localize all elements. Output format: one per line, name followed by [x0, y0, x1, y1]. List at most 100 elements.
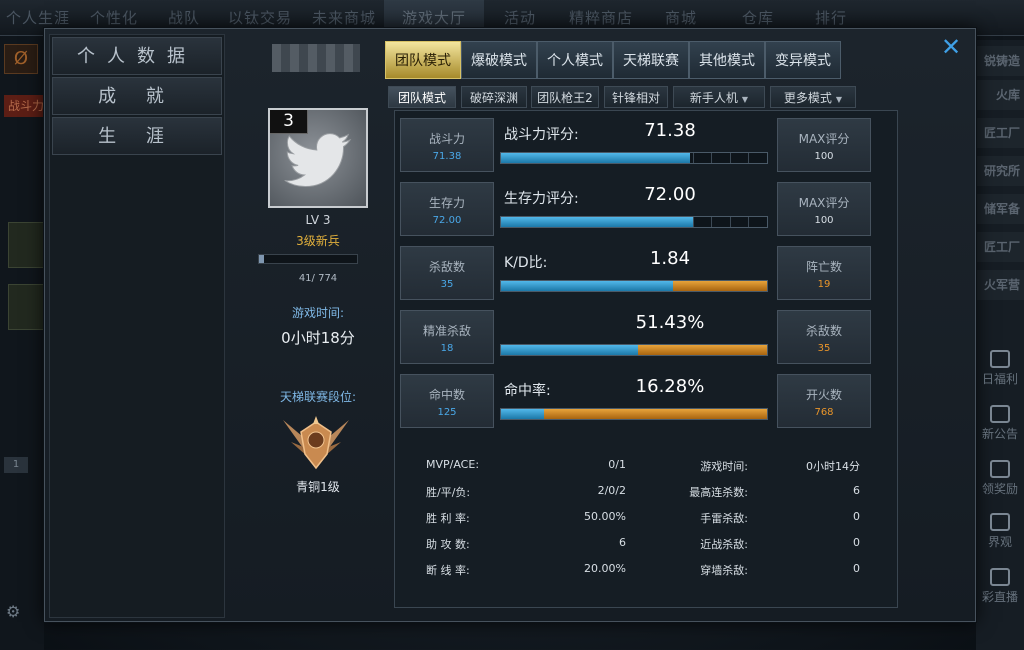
right-feature-label: 日福利 — [981, 372, 1018, 386]
subtab-mode[interactable]: 新手人机 ▼ — [673, 86, 765, 108]
stat-left-box: 杀敌数 35 — [400, 246, 494, 300]
stat-value: 51.43% — [635, 312, 705, 333]
play-time-label: 游戏时间: — [291, 306, 345, 320]
subtab-label: 团队模式 — [397, 91, 446, 105]
stat-value: 71.38 — [644, 120, 696, 141]
tab-mode[interactable]: 爆破模式 — [461, 41, 537, 79]
stat-right-title: 杀敌数 — [805, 324, 842, 338]
subtab-mode[interactable]: 破碎深渊 — [461, 86, 527, 108]
bottom-stat-value: 6 — [619, 536, 626, 549]
menu-item-achievements[interactable]: 成 就 — [52, 77, 222, 115]
subtab-mode[interactable]: 团队模式 — [388, 86, 456, 108]
bottom-stat-label: MVP/ACE: — [426, 458, 480, 471]
bottom-stat-value: 50.00% — [584, 510, 626, 523]
stat-left-value: 72.00 — [432, 215, 462, 226]
bar-tick — [748, 153, 750, 163]
play-time-value: 0小时18分 — [281, 329, 355, 347]
right-feature-icon[interactable]: 界观 — [976, 513, 1024, 550]
bottom-stat-label: 胜/平/负: — [426, 486, 471, 499]
stat-left-title: 生存力 — [428, 196, 465, 210]
stat-right-value: 100 — [814, 151, 834, 162]
subtab-label: 团队枪王2 — [537, 91, 593, 105]
bar-blue-segment — [501, 345, 638, 355]
close-icon[interactable]: ✕ — [938, 34, 964, 60]
right-sidebar-item[interactable]: 火军营 — [976, 270, 1024, 300]
bar-blue-segment — [501, 153, 690, 163]
stat-label: K/D比: — [504, 255, 548, 271]
bar-tick — [711, 153, 713, 163]
stat-right-title: 开火数 — [805, 388, 842, 402]
bottom-stat-value: 6 — [853, 484, 860, 497]
right-sidebar: 锐铸造 火库 匠工厂 研究所 储军备 匠工厂 火军营 — [976, 40, 1024, 650]
bar-tick — [692, 217, 694, 227]
soldier-thumbnail-icon[interactable] — [8, 222, 44, 268]
right-feature-icon[interactable]: 日福利 — [976, 350, 1024, 387]
game-logo-icon[interactable]: Ø — [4, 44, 38, 74]
right-sidebar-item[interactable]: 火库 — [976, 80, 1024, 110]
bar-tick — [729, 217, 731, 227]
tab-mode[interactable]: 其他模式 — [689, 41, 765, 79]
bottom-stat-label: 穿墙杀敌: — [700, 564, 748, 577]
chat-tab[interactable]: 1 — [4, 457, 28, 473]
subtab-label: 针锋相对 — [611, 91, 660, 105]
stat-left-box: 生存力 72.00 — [400, 182, 494, 236]
bottom-stat-value: 0 — [853, 510, 860, 523]
bottom-stat-label: 胜 利 率: — [426, 512, 470, 525]
power-badge[interactable]: 战斗力 — [4, 95, 44, 117]
left-menu: 个人数据 成 就 生 涯 — [49, 34, 225, 618]
tab-mode[interactable]: 个人模式 — [537, 41, 613, 79]
stat-label: 生存力评分: — [504, 191, 579, 207]
stat-right-value: 100 — [814, 215, 834, 226]
stat-left-box: 战斗力 71.38 — [400, 118, 494, 172]
bottom-stat-value: 2/0/2 — [597, 484, 626, 497]
subtab-label: 破碎深渊 — [469, 91, 518, 105]
subtab-mode[interactable]: 团队枪王2 — [531, 86, 599, 108]
bar-tick — [692, 153, 694, 163]
stat-left-value: 71.38 — [432, 151, 462, 162]
bar-blue-segment — [501, 217, 693, 227]
right-sidebar-item[interactable]: 研究所 — [976, 156, 1024, 186]
bar-tick — [729, 153, 731, 163]
subtab-mode[interactable]: 更多模式 ▼ — [770, 86, 856, 108]
tab-mode[interactable]: 团队模式 — [385, 41, 461, 79]
stat-right-value: 768 — [814, 407, 834, 418]
stat-left-title: 战斗力 — [428, 132, 465, 146]
menu-item-career[interactable]: 生 涯 — [52, 117, 222, 155]
right-feature-label: 新公告 — [981, 427, 1018, 441]
bar-tick — [711, 217, 713, 227]
right-sidebar-item[interactable]: 储军备 — [976, 194, 1024, 224]
left-sidebar — [0, 40, 44, 650]
right-feature-icon[interactable]: 新公告 — [976, 405, 1024, 442]
xp-progress-bar — [258, 254, 358, 264]
right-feature-icon[interactable]: 领奖励 — [976, 460, 1024, 497]
weapon-thumbnail-icon[interactable] — [8, 284, 44, 330]
right-sidebar-item[interactable]: 匠工厂 — [976, 232, 1024, 262]
tab-mode[interactable]: 变异模式 — [765, 41, 841, 79]
player-level: LV 3 — [305, 213, 331, 227]
stat-left-value: 35 — [440, 279, 454, 290]
subtab-mode[interactable]: 针锋相对 — [604, 86, 668, 108]
right-feature-label: 领奖励 — [981, 482, 1018, 496]
stat-value: 16.28% — [635, 376, 705, 397]
stat-right-value: 35 — [817, 343, 831, 354]
ladder-rank-label: 天梯联赛段位: — [279, 390, 357, 404]
rank-title: 3级新兵 — [296, 234, 340, 248]
right-feature-icon[interactable]: 彩直播 — [976, 568, 1024, 605]
tab-mode[interactable]: 天梯联赛 — [613, 41, 689, 79]
stat-bar — [500, 344, 768, 356]
bird-icon — [284, 133, 352, 188]
menu-item-personal-data[interactable]: 个人数据 — [52, 37, 222, 75]
bottom-stat-value: 0/1 — [608, 458, 626, 471]
stat-right-title: MAX评分 — [798, 132, 850, 146]
stat-left-value: 125 — [437, 407, 457, 418]
stat-right-box: 开火数 768 — [777, 374, 871, 428]
right-sidebar-item[interactable]: 锐铸造 — [976, 46, 1024, 76]
right-feature-label: 界观 — [987, 535, 1012, 549]
bar-tick — [748, 217, 750, 227]
bar-blue-segment — [501, 409, 545, 419]
right-feature-label: 彩直播 — [981, 590, 1018, 604]
stat-left-title: 精准杀敌 — [422, 324, 471, 338]
settings-gear-icon[interactable]: ⚙ — [6, 602, 20, 621]
bottom-stat-label: 近战杀敌: — [700, 538, 748, 551]
right-sidebar-item[interactable]: 匠工厂 — [976, 118, 1024, 148]
